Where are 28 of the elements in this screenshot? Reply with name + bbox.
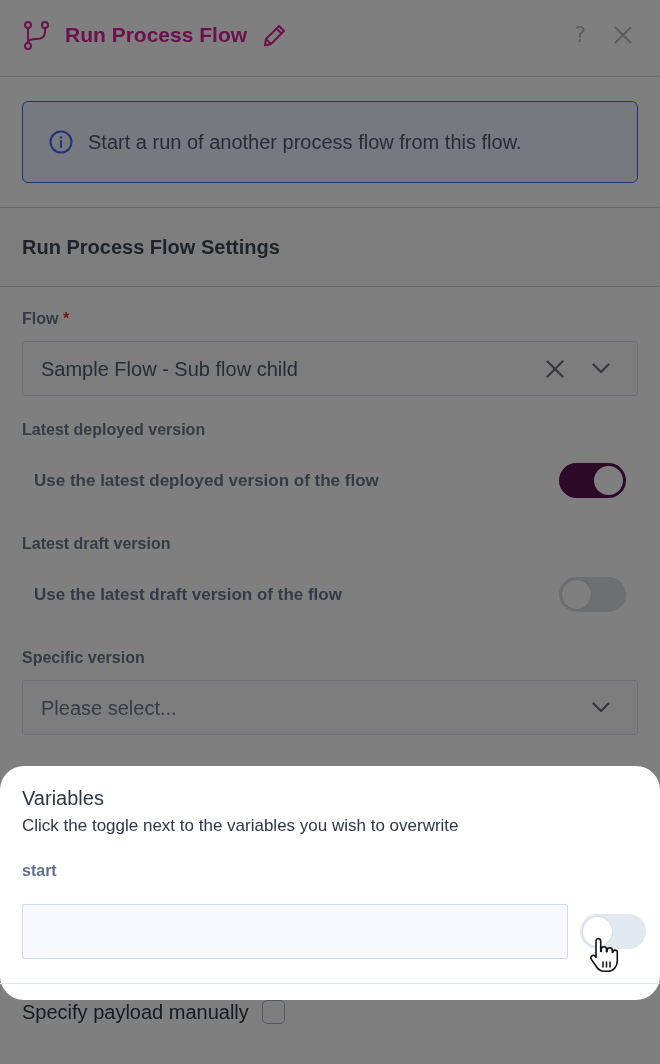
branch-icon — [24, 20, 49, 50]
field-label: Latest deployed version — [22, 420, 206, 440]
field-label: Latest draft version — [22, 534, 171, 554]
select-field[interactable]: Sample Flow - Sub flow child — [22, 341, 638, 396]
variable-input-field[interactable] — [22, 904, 568, 959]
pencil-icon[interactable] — [263, 23, 287, 47]
payload-checkbox[interactable] — [261, 1000, 285, 1024]
variables-description: Click the toggle next to the variables you wish to overwrite — [22, 815, 459, 837]
toggle-label: Use the latest deployed version of the flow — [34, 469, 379, 492]
payload-label: Specify payload manually — [22, 1000, 249, 1024]
panel-title: Run Process Flow — [65, 22, 248, 48]
toggle-label: Use the latest draft version of the flow — [34, 583, 342, 606]
toggle-switch[interactable] — [580, 914, 646, 949]
field-label: Flow * — [22, 309, 70, 329]
toggle-switch[interactable] — [559, 577, 626, 612]
toggle-switch[interactable] — [559, 463, 626, 498]
help-button[interactable]: ? — [574, 23, 586, 47]
variable-label: start — [22, 861, 57, 881]
info-text: Start a run of another process flow from this flow. — [88, 130, 522, 154]
field-label: Specific version — [22, 648, 145, 668]
select-field[interactable]: Please select... — [22, 680, 638, 735]
close-icon[interactable] — [614, 26, 632, 44]
section-title: Run Process Flow Settings — [22, 235, 280, 259]
chevron-down-icon[interactable] — [592, 702, 610, 713]
clear-icon[interactable] — [546, 359, 564, 378]
chevron-down-icon[interactable] — [592, 363, 610, 374]
info-icon — [49, 130, 73, 154]
variables-title: Variables — [22, 786, 104, 810]
